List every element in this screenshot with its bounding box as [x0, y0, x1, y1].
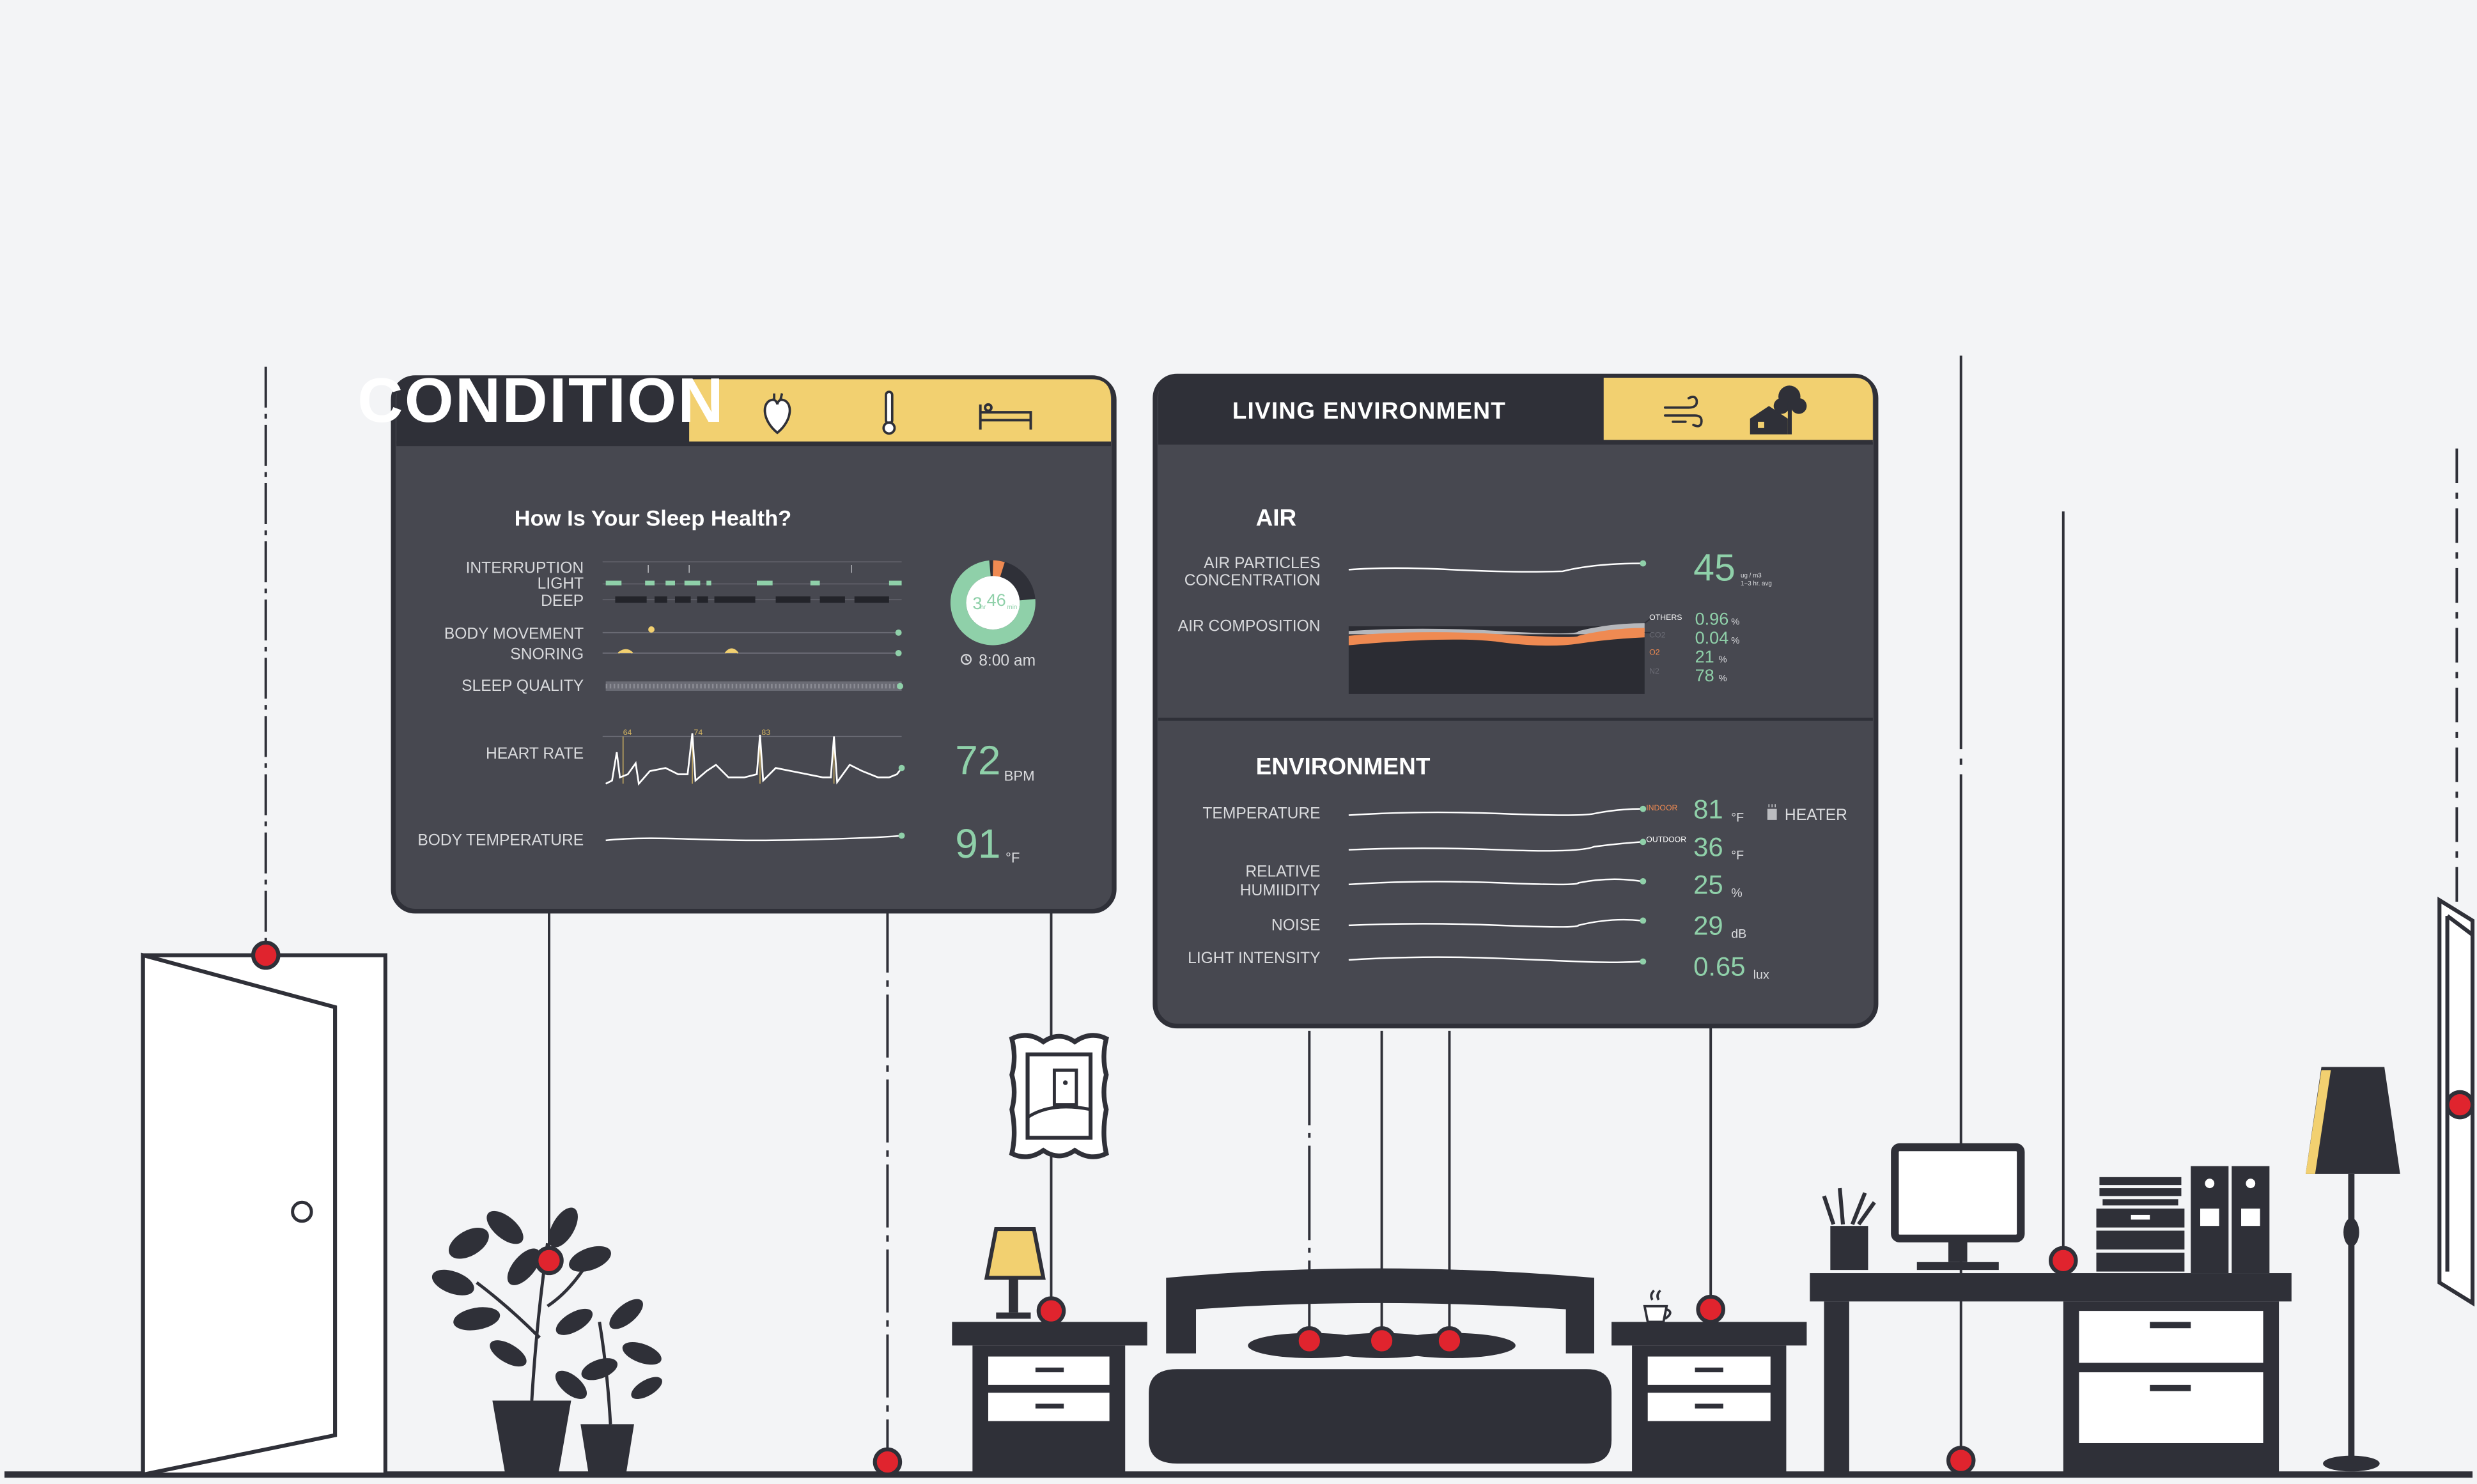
humidity-unit: % [1731, 886, 1743, 900]
light-intensity-label: LIGHT INTENSITY [1188, 950, 1320, 967]
others-value: 0.96 [1695, 609, 1729, 629]
humidity-label-2: HUMIIDITY [1240, 882, 1321, 899]
n2-value: 78 [1695, 665, 1714, 685]
sleep-minutes: 46 [987, 590, 1006, 610]
living-environment-panel: LIVING ENVIRONMENT AIR AIR PARTICLES CON… [1153, 373, 1879, 1029]
body-temperature-value: 91 [955, 821, 1000, 867]
noise-unit: dB [1731, 927, 1746, 941]
snoring-label: SNORING [510, 646, 584, 663]
sleep-duration-ring: 3 hr 46 min [950, 560, 1036, 645]
light-unit: lux [1753, 968, 1769, 982]
heart-rate-unit: BPM [1004, 768, 1035, 784]
deep-label: DEEP [541, 592, 584, 610]
condition-panel: CONDITION How Is Your Sleep Health? INTE… [357, 365, 1117, 914]
living-environment-title: LIVING ENVIRONMENT [1232, 398, 1506, 424]
environment-heading: ENVIRONMENT [1256, 753, 1431, 779]
heart-peak-label: 74 [694, 728, 703, 737]
n2-tag: N2 [1649, 667, 1659, 676]
percent-unit: % [1731, 617, 1739, 628]
indoor-temperature-value: 81 [1693, 794, 1723, 824]
co2-value: 0.04 [1695, 628, 1729, 647]
heater-label: HEATER [1785, 807, 1847, 824]
humidity-value: 25 [1693, 870, 1723, 900]
sleep-quality-bar [605, 681, 904, 691]
door[interactable] [141, 952, 387, 1477]
sensor-dot[interactable] [251, 940, 281, 970]
smart-bedroom-diagram: CONDITION How Is Your Sleep Health? INTE… [4, 355, 2475, 1478]
potted-plants [431, 1207, 662, 1473]
sensor-dot[interactable] [2445, 1090, 2475, 1120]
air-particles-value: 45 [1693, 547, 1735, 589]
pencil-cup [1822, 1187, 1876, 1271]
binders [2191, 1166, 2270, 1274]
desktop-monitor[interactable] [1891, 1143, 2025, 1271]
paper-tray [2096, 1177, 2185, 1272]
picture-frame [1009, 1033, 1109, 1159]
table-lamp[interactable] [984, 1227, 1046, 1319]
air-composition-chart [1348, 617, 1652, 694]
outdoor-temp-unit: °F [1731, 848, 1744, 862]
air-particles-unit-2: 1~3 hr. avg [1741, 580, 1772, 587]
air-composition-label: AIR COMPOSITION [1178, 617, 1321, 635]
body-movement-label: BODY MOVEMENT [444, 626, 584, 643]
air-particles-label-2: CONCENTRATION [1184, 572, 1321, 589]
outdoor-temperature-value: 36 [1693, 832, 1723, 862]
sensor-dot[interactable] [534, 1246, 564, 1276]
alarm-time: 8:00 am [979, 653, 1036, 670]
outdoor-tag: OUTDOOR [1646, 835, 1686, 844]
sensor-dot[interactable] [1036, 1296, 1066, 1326]
door-knob[interactable] [291, 1200, 313, 1223]
indoor-tag: INDOOR [1646, 803, 1677, 812]
body-temperature-unit: °F [1006, 849, 1020, 865]
sensor-dot[interactable] [1946, 1446, 1976, 1475]
heater-icon [1767, 804, 1777, 820]
percent-unit: % [1719, 674, 1727, 684]
indoor-temp-unit: °F [1731, 810, 1744, 824]
temperature-label: TEMPERATURE [1202, 805, 1320, 822]
noise-value: 29 [1693, 911, 1723, 941]
light-intensity-value: 0.65 [1693, 952, 1745, 982]
others-tag: OTHERS [1649, 613, 1682, 622]
body-temperature-label: BODY TEMPERATURE [417, 831, 584, 849]
thermometer-icon[interactable] [882, 390, 896, 435]
air-particles-unit: ug / m3 [1741, 573, 1762, 580]
floor-lamp[interactable] [2305, 1067, 2400, 1472]
noise-label: NOISE [1271, 916, 1321, 934]
sensor-dot[interactable] [1696, 1294, 1725, 1324]
sleep-health-heading: How Is Your Sleep Health? [515, 506, 792, 530]
co2-tag: CO2 [1649, 630, 1665, 639]
heart-peak-label: 64 [623, 728, 632, 737]
nightstand-left[interactable] [952, 1322, 1147, 1475]
percent-unit: % [1731, 636, 1739, 646]
heart-rate-value: 72 [955, 737, 1000, 783]
percent-unit: % [1719, 655, 1727, 665]
condition-title: CONDITION [357, 365, 725, 435]
air-heading: AIR [1256, 504, 1297, 530]
nightstand-right[interactable] [1611, 1322, 1807, 1475]
o2-tag: O2 [1649, 647, 1660, 656]
interruption-label: INTERRUPTION [466, 559, 584, 576]
coffee-cup [1638, 1289, 1673, 1327]
sensor-dot[interactable] [1434, 1326, 1464, 1356]
o2-value: 21 [1695, 647, 1714, 667]
desk[interactable] [1810, 1273, 2292, 1475]
sensor-dot[interactable] [2048, 1246, 2078, 1276]
sensor-dot[interactable] [1367, 1326, 1397, 1356]
sensor-dot[interactable] [1294, 1326, 1324, 1356]
sleep-minutes-unit: min [1007, 604, 1018, 611]
air-particles-label: AIR PARTICLES [1204, 555, 1320, 572]
humidity-label: RELATIVE [1245, 863, 1320, 881]
bed[interactable] [1149, 1268, 1612, 1464]
heart-rate-label: HEART RATE [486, 745, 584, 762]
heart-peak-label: 83 [761, 728, 770, 737]
sleep-quality-label: SLEEP QUALITY [462, 677, 584, 695]
sleep-hours-unit: hr [981, 604, 986, 611]
sensor-dot[interactable] [873, 1447, 903, 1477]
light-label: LIGHT [538, 575, 584, 592]
